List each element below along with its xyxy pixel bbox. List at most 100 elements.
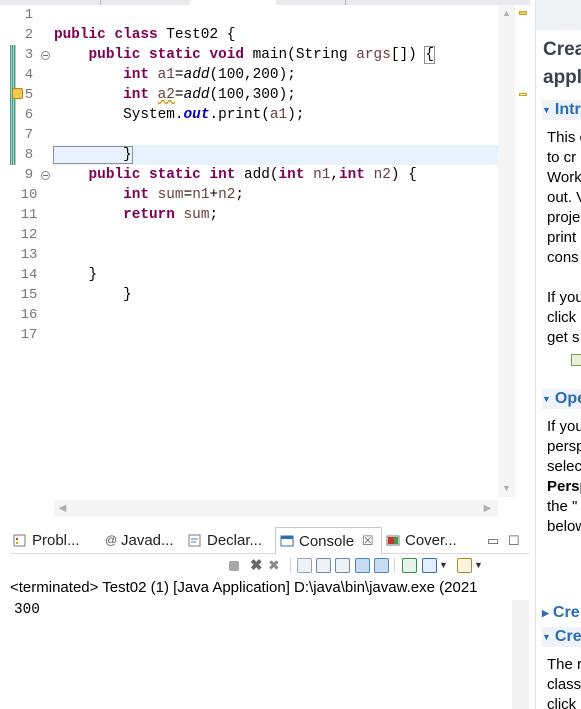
remove-all-terminated-icon[interactable]: ✖ — [268, 558, 283, 573]
code-line[interactable] — [54, 245, 498, 265]
code-line[interactable] — [54, 305, 498, 325]
open-console-icon[interactable] — [457, 558, 472, 573]
code-token: = — [174, 87, 184, 103]
toolbar-separator — [290, 558, 291, 573]
code-line[interactable] — [54, 225, 498, 245]
terminate-icon[interactable] — [229, 561, 239, 571]
help-section-create-class[interactable]: ▼ Cre — [542, 627, 581, 648]
help-section-intro[interactable]: ▼ Intr — [542, 100, 581, 121]
code-token: add — [183, 67, 210, 83]
code-token: Test02 { — [166, 27, 236, 43]
code-line[interactable] — [54, 125, 498, 145]
code-line[interactable] — [54, 325, 498, 345]
code-line[interactable]: } — [54, 265, 498, 285]
fold-toggle-icon[interactable] — [41, 171, 50, 180]
code-line[interactable]: int a2=add(100,300); — [54, 85, 498, 105]
help-title-line-1: Crea — [543, 39, 581, 60]
code-line[interactable] — [54, 5, 498, 25]
line-number: 3 — [24, 47, 34, 63]
help-text-line: get s — [547, 329, 580, 346]
line-number: 1 — [24, 7, 34, 23]
code-token: } — [54, 287, 132, 303]
code-line[interactable]: public static void main(String args[]) { — [54, 45, 498, 65]
current-code-line[interactable]: } — [53, 145, 498, 165]
code-token: sum — [183, 207, 210, 223]
console-status-line: <terminated> Test02 (1) [Java Applicatio… — [10, 579, 478, 596]
open-console-dropdown-icon[interactable]: ▼ — [474, 558, 489, 573]
tab-coverage[interactable]: Cover... — [386, 527, 468, 554]
line-number: 15 — [20, 287, 38, 303]
help-cheatsheet-pane: Crea appl ▼Intr This cto crWorkout. Vpro… — [535, 0, 581, 709]
tab-label: Javad... — [121, 532, 174, 549]
display-console-dropdown-icon[interactable]: ▼ — [439, 558, 454, 573]
code-line[interactable]: return sum; — [54, 205, 498, 225]
console-toolbar: ✖ ✖ ▼ ▼ — [10, 554, 530, 577]
code-token: add — [183, 87, 210, 103]
help-text-line: class — [547, 676, 581, 693]
scroll-lock-icon[interactable] — [316, 558, 331, 573]
display-console-icon[interactable] — [422, 558, 437, 573]
minimize-panel-icon[interactable]: ▭ — [487, 527, 501, 554]
code-line[interactable]: public static int add(int n1,int n2) { — [54, 165, 498, 185]
help-section-open-perspective[interactable]: ▼Ope — [542, 389, 581, 410]
overview-ruler — [515, 5, 530, 497]
code-editor[interactable]: 1 2 3 4 5 6 7 8 9 10 11 12 13 14 15 16 17 public class T… — [0, 0, 530, 520]
code-token: n2 — [218, 187, 236, 203]
line-number: 6 — [24, 107, 34, 123]
tab-declaration[interactable]: Declar... — [188, 527, 276, 554]
help-section-label: Cre — [552, 604, 580, 622]
line-number: 4 — [24, 67, 34, 83]
console-output-area[interactable]: 300 — [10, 598, 530, 709]
tab-javadoc[interactable]: @ Javad... — [105, 527, 185, 554]
word-wrap-icon[interactable] — [335, 558, 350, 573]
scroll-right-icon[interactable]: ▶ — [479, 500, 496, 517]
editor-horizontal-scrollbar[interactable]: ◀ ▶ — [54, 500, 498, 517]
show-on-stderr-icon[interactable] — [374, 558, 389, 573]
help-text-line: This c — [547, 129, 581, 146]
code-line[interactable]: public class Test02 { — [54, 25, 498, 45]
code-token: int — [123, 187, 158, 203]
clear-console-icon[interactable] — [297, 558, 312, 573]
editor-vertical-scrollbar[interactable]: ▲ ▼ — [498, 5, 515, 497]
code-line[interactable]: int sum=n1+n2; — [54, 185, 498, 205]
occurrence-overview-marker[interactable] — [519, 93, 527, 96]
remove-launch-icon[interactable]: ✖ — [250, 558, 265, 573]
code-line[interactable]: int a1=add(100,200); — [54, 65, 498, 85]
help-text-line: print — [547, 229, 577, 246]
tab-problems[interactable]: Probl... — [13, 527, 95, 554]
console-output-text: 300 — [14, 602, 40, 618]
line-number: 13 — [20, 247, 38, 263]
code-token: return — [123, 207, 184, 223]
code-token: add( — [244, 167, 279, 183]
code-token: a1 — [269, 107, 288, 123]
code-token: int — [123, 67, 158, 83]
code-token: (100,300); — [209, 87, 296, 103]
code-line[interactable]: } — [54, 285, 498, 305]
show-on-stdout-icon[interactable] — [355, 558, 370, 573]
fold-toggle-icon[interactable] — [41, 51, 50, 60]
scroll-left-icon[interactable]: ◀ — [54, 500, 71, 517]
help-inline-icon — [571, 354, 581, 366]
maximize-panel-icon[interactable]: ☐ — [508, 527, 522, 554]
help-text-line: cons — [547, 249, 579, 266]
code-token: a1 — [157, 67, 175, 83]
code-token: { — [424, 46, 435, 64]
scroll-up-icon[interactable]: ▲ — [498, 5, 515, 22]
help-text-line: click — [547, 309, 577, 326]
code-token: int — [339, 167, 374, 183]
code-token: System. — [54, 107, 184, 123]
tab-console[interactable]: Console ☒ — [275, 527, 382, 554]
help-section-create-project[interactable]: ▶ Cre — [542, 603, 580, 623]
close-tab-icon[interactable]: ☒ — [362, 533, 374, 549]
code-token: ); — [287, 107, 305, 123]
code-token: public static int — [88, 167, 244, 183]
pin-console-icon[interactable] — [402, 558, 417, 573]
scroll-down-icon[interactable]: ▼ — [498, 480, 515, 497]
code-token: n1 — [313, 167, 331, 183]
code-line[interactable]: System.out.print(a1); — [54, 105, 498, 125]
warning-overview-marker[interactable] — [519, 11, 527, 15]
console-vertical-scrollbar[interactable] — [512, 600, 529, 709]
